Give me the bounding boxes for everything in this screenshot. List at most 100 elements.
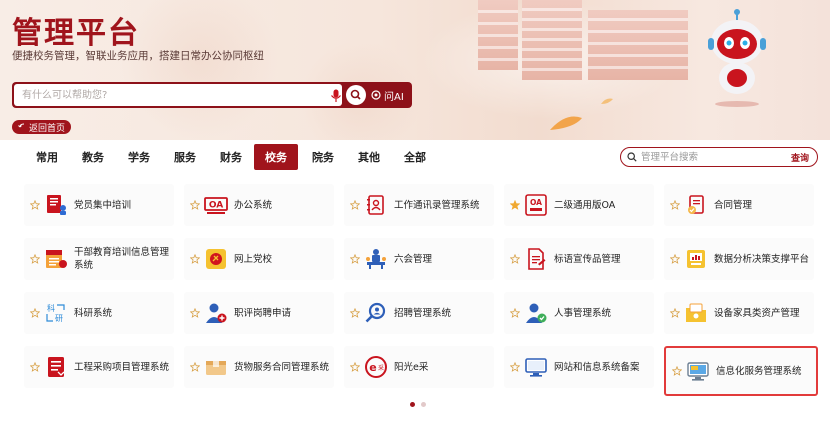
- app-card-secondary-oa[interactable]: OA 二级通用版OA: [504, 184, 654, 226]
- slogan-doc-icon: [528, 248, 546, 270]
- page-dot-active[interactable]: [410, 402, 415, 407]
- tab-caiwu[interactable]: 财务: [210, 144, 252, 170]
- app-label: 工作通讯录管理系统: [394, 199, 480, 211]
- research-icon: 科 研: [46, 303, 65, 323]
- website-monitor-icon: [525, 358, 547, 377]
- building-illustration: [522, 0, 582, 80]
- app-label: 党员集中培训: [74, 199, 132, 211]
- svg-text:研: 研: [55, 314, 63, 323]
- app-card-e-purchase[interactable]: e 采 阳光e采: [344, 346, 494, 388]
- platform-search-input[interactable]: [641, 150, 781, 164]
- search-field-wrap: [14, 84, 342, 106]
- tab-fuwu[interactable]: 服务: [164, 144, 206, 170]
- app-card-data-analysis[interactable]: 数据分析决策支撑平台: [664, 238, 814, 280]
- favorite-star-icon[interactable]: [30, 254, 40, 264]
- app-card-office-system[interactable]: OA 办公系统: [184, 184, 334, 226]
- app-label: 网上党校: [234, 253, 273, 265]
- search-icon: [627, 152, 637, 162]
- app-label: 职评岗聘申请: [234, 307, 292, 319]
- search-button[interactable]: [346, 85, 366, 105]
- app-card-it-service[interactable]: 信息化服务管理系统: [664, 346, 818, 396]
- app-label: 货物服务合同管理系统: [234, 361, 330, 373]
- app-label: 六会管理: [394, 253, 433, 265]
- tab-jiaowu[interactable]: 教务: [72, 144, 114, 170]
- svg-text:采: 采: [378, 364, 384, 372]
- favorite-star-icon[interactable]: [350, 200, 360, 210]
- meeting-icon: [366, 249, 386, 269]
- favorite-star-icon[interactable]: [30, 362, 40, 372]
- favorite-star-filled-icon[interactable]: [510, 200, 520, 210]
- tab-quanbu[interactable]: 全部: [394, 144, 436, 170]
- favorite-star-icon[interactable]: [672, 366, 682, 376]
- app-card-website-filing[interactable]: 网站和信息系统备案: [504, 346, 654, 388]
- favorite-star-icon[interactable]: [350, 254, 360, 264]
- app-label: 二级通用版OA: [554, 199, 616, 211]
- favorite-star-icon[interactable]: [350, 308, 360, 318]
- favorite-star-icon[interactable]: [510, 254, 520, 264]
- personnel-icon: [526, 303, 547, 323]
- app-card-slogan[interactable]: 标语宣传品管理: [504, 238, 654, 280]
- building-illustration: [478, 0, 518, 70]
- app-label: 数据分析决策支撑平台: [714, 253, 810, 265]
- app-card-six-meetings[interactable]: 六会管理: [344, 238, 494, 280]
- favorite-star-icon[interactable]: [30, 200, 40, 210]
- app-card-recruit[interactable]: 招聘管理系统: [344, 292, 494, 334]
- favorite-star-icon[interactable]: [30, 308, 40, 318]
- favorite-star-icon[interactable]: [350, 362, 360, 372]
- e-purchase-icon: e 采: [365, 356, 387, 378]
- tab-changyong[interactable]: 常用: [26, 144, 68, 170]
- microphone-icon[interactable]: [330, 89, 342, 103]
- app-card-contacts[interactable]: 工作通讯录管理系统: [344, 184, 494, 226]
- ask-ai-button[interactable]: 问AI: [370, 84, 410, 106]
- contract-icon: [688, 195, 704, 214]
- favorite-star-icon[interactable]: [670, 200, 680, 210]
- favorite-star-icon[interactable]: [510, 308, 520, 318]
- favorite-star-icon[interactable]: [670, 308, 680, 318]
- favorite-star-icon[interactable]: [190, 200, 200, 210]
- back-home-button[interactable]: 返回首页: [12, 120, 72, 134]
- tab-qita[interactable]: 其他: [348, 144, 390, 170]
- favorite-star-icon[interactable]: [670, 254, 680, 264]
- app-label: 招聘管理系统: [394, 307, 452, 319]
- app-label: 干部教育培训信息管理系统: [74, 247, 170, 271]
- app-label: 阳光e采: [394, 361, 429, 373]
- app-label: 办公系统: [234, 199, 273, 211]
- tab-xuewu[interactable]: 学务: [118, 144, 160, 170]
- ai-search-bar: 问AI: [12, 82, 412, 108]
- robot-mascot-icon: [708, 9, 766, 107]
- goods-box-icon: [206, 361, 226, 375]
- page-dot[interactable]: [421, 402, 426, 407]
- favorite-star-icon[interactable]: [190, 362, 200, 372]
- ginkgo-leaf-icon: [601, 98, 613, 104]
- app-card-job-apply[interactable]: 职评岗聘申请: [184, 292, 334, 334]
- app-card-research[interactable]: 科 研 科研系统: [24, 292, 174, 334]
- tab-xiaowu[interactable]: 校务: [254, 144, 298, 170]
- data-analysis-icon: [687, 250, 705, 268]
- app-label: 信息化服务管理系统: [716, 365, 802, 377]
- app-card-procurement[interactable]: 工程采购项目管理系统: [24, 346, 174, 388]
- app-card-party-training[interactable]: 党员集中培训: [24, 184, 174, 226]
- app-card-cadre-training[interactable]: 干部教育培训信息管理系统: [24, 238, 174, 280]
- app-card-goods-contract[interactable]: 货物服务合同管理系统: [184, 346, 334, 388]
- page-title: 管理平台: [12, 16, 140, 51]
- ginkgo-leaf-icon: [550, 116, 582, 130]
- oa-icon: OA: [204, 197, 228, 214]
- platform-search-button[interactable]: 查询: [791, 151, 809, 164]
- favorite-star-icon[interactable]: [510, 362, 520, 372]
- favorite-star-icon[interactable]: [190, 308, 200, 318]
- building-illustration: [588, 10, 688, 80]
- tab-yuanwu[interactable]: 院务: [302, 144, 344, 170]
- app-card-party-school[interactable]: 网上党校: [184, 238, 334, 280]
- favorite-star-icon[interactable]: [190, 254, 200, 264]
- cadre-training-icon: [46, 250, 67, 268]
- asset-folder-icon: [686, 303, 706, 322]
- training-board-icon: [47, 195, 66, 215]
- app-card-contract[interactable]: 合同管理: [664, 184, 814, 226]
- platform-search-box: 查询: [620, 147, 818, 167]
- search-input[interactable]: [22, 87, 312, 103]
- app-card-asset[interactable]: 设备家具类资产管理: [664, 292, 814, 334]
- page-subtitle: 便捷校务管理，智联业务应用，搭建日常办公协同枢纽: [12, 50, 264, 62]
- app-label: 科研系统: [74, 307, 113, 319]
- app-card-personnel[interactable]: 人事管理系统: [504, 292, 654, 334]
- decor-flower: [120, 0, 280, 140]
